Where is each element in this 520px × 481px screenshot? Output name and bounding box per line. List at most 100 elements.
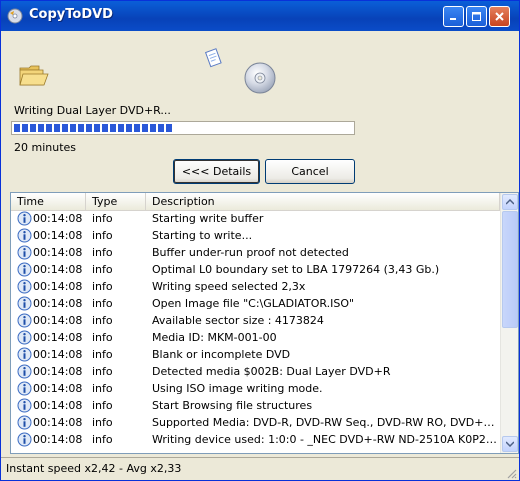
operation-status: Writing Dual Layer DVD+R... (14, 104, 171, 117)
minimize-button[interactable] (443, 6, 464, 27)
info-icon (17, 211, 32, 226)
info-icon (17, 279, 32, 294)
log-time: 00:14:08 (33, 416, 83, 429)
log-row[interactable]: 00:14:08 info Writing speed selected 2,3x (11, 278, 500, 295)
log-time: 00:14:08 (33, 229, 83, 242)
copytodvd-window: CopyToDVD Writing Dual Layer DVD+R... 20… (0, 0, 520, 481)
log-row[interactable]: 00:14:08 info Buffer under-run proof not d… (11, 244, 500, 261)
scroll-thumb[interactable] (502, 211, 518, 328)
log-rows: 00:14:08 info Starting write buffer 00:14:0… (11, 210, 500, 448)
log-time: 00:14:08 (33, 246, 83, 259)
log-type: info (92, 433, 113, 446)
vertical-scrollbar[interactable] (500, 193, 518, 453)
log-row[interactable]: 00:14:08 info Optimal L0 boundary set to L… (11, 261, 500, 278)
log-time: 00:14:08 (33, 297, 83, 310)
info-icon (17, 364, 32, 379)
log-row[interactable]: 00:14:08 info Writing device used: 1:0:0 -… (11, 431, 500, 448)
log-time: 00:14:08 (33, 331, 83, 344)
log-row[interactable]: 00:14:08 info Detected media $002B: Dual L… (11, 363, 500, 380)
info-icon (17, 347, 32, 362)
maximize-button[interactable] (466, 6, 487, 27)
log-description: Buffer under-run proof not detected (152, 246, 349, 259)
log-type: info (92, 314, 113, 327)
dvd-disc-icon (244, 62, 276, 94)
info-icon (17, 262, 32, 277)
time-remaining: 20 minutes (14, 141, 77, 154)
log-list[interactable]: Time Type Description 00:14:08 info Starti… (10, 192, 519, 454)
log-row[interactable]: 00:14:08 info Blank or incomplete DVD (11, 346, 500, 363)
scroll-down-icon (506, 441, 514, 447)
log-time: 00:14:08 (33, 399, 83, 412)
progress-fill (14, 124, 174, 132)
log-description: Starting to write... (152, 229, 253, 242)
log-time: 00:14:08 (33, 314, 83, 327)
log-row[interactable]: 00:14:08 info Supported Media: DVD-R, DVD-… (11, 414, 500, 431)
log-row[interactable]: 00:14:08 info Starting to write... (11, 227, 500, 244)
title-bar[interactable]: CopyToDVD (1, 1, 519, 31)
log-description: Available sector size : 4173824 (152, 314, 324, 327)
window-title: CopyToDVD (29, 7, 113, 22)
scroll-up-icon (506, 199, 514, 205)
speed-status: Instant speed x2,42 - Avg x2,33 (6, 462, 182, 475)
log-row[interactable]: 00:14:08 info Starting write buffer (11, 210, 500, 227)
log-time: 00:14:08 (33, 212, 83, 225)
log-description: Optimal L0 boundary set to LBA 1797264 (… (152, 263, 440, 276)
log-time: 00:14:08 (33, 348, 83, 361)
close-button[interactable] (489, 6, 510, 27)
log-row[interactable]: 00:14:08 info Open Image file "C:\GLADIATO… (11, 295, 500, 312)
minimize-icon (450, 18, 456, 20)
info-icon (17, 313, 32, 328)
log-type: info (92, 297, 113, 310)
log-row[interactable]: 00:14:08 info Using ISO image writing mode… (11, 380, 500, 397)
log-header: Time Type Description (11, 193, 500, 211)
log-time: 00:14:08 (33, 280, 83, 293)
log-description: Writing speed selected 2,3x (152, 280, 306, 293)
close-icon (495, 12, 504, 21)
log-description: Blank or incomplete DVD (152, 348, 291, 361)
log-type: info (92, 365, 113, 378)
scroll-up-button[interactable] (502, 194, 518, 210)
log-description: Using ISO image writing mode. (152, 382, 323, 395)
log-time: 00:14:08 (33, 382, 83, 395)
status-bar: Instant speed x2,42 - Avg x2,33 (1, 457, 519, 480)
write-progress-bar (11, 121, 355, 135)
cancel-button[interactable]: Cancel (265, 159, 355, 184)
info-icon (17, 432, 32, 447)
log-row[interactable]: 00:14:08 info Media ID: MKM-001-00 (11, 329, 500, 346)
log-type: info (92, 399, 113, 412)
log-description: Start Browsing file structures (152, 399, 313, 412)
info-icon (17, 296, 32, 311)
log-type: info (92, 229, 113, 242)
log-type: info (92, 382, 113, 395)
log-row[interactable]: 00:14:08 info Start Browsing file structur… (11, 397, 500, 414)
log-time: 00:14:08 (33, 433, 83, 446)
log-type: info (92, 212, 113, 225)
info-icon (17, 330, 32, 345)
log-description: Starting write buffer (152, 212, 264, 225)
log-type: info (92, 263, 113, 276)
column-header-description[interactable]: Description (146, 193, 500, 210)
log-row[interactable]: 00:14:08 info Available sector size : 4173… (11, 312, 500, 329)
log-description: Supported Media: DVD-R, DVD-RW Seq., DVD… (152, 416, 497, 429)
info-icon (17, 245, 32, 260)
log-description: Detected media $002B: Dual Layer DVD+R (152, 365, 391, 378)
copytodvd-app-icon (7, 8, 23, 24)
resize-grip-icon[interactable] (505, 467, 517, 479)
column-header-time[interactable]: Time (11, 193, 86, 210)
scroll-down-button[interactable] (502, 436, 518, 452)
info-icon (17, 381, 32, 396)
log-description: Open Image file "C:\GLADIATOR.ISO" (152, 297, 355, 310)
info-icon (17, 398, 32, 413)
log-type: info (92, 348, 113, 361)
log-description: Writing device used: 1:0:0 - _NEC DVD+-R… (152, 433, 497, 446)
flying-document-icon (204, 48, 222, 68)
details-button[interactable]: <<< Details (173, 159, 260, 184)
log-type: info (92, 416, 113, 429)
column-header-type[interactable]: Type (86, 193, 146, 210)
info-icon (17, 415, 32, 430)
folder-icon (19, 65, 49, 86)
info-icon (17, 228, 32, 243)
log-time: 00:14:08 (33, 263, 83, 276)
log-type: info (92, 280, 113, 293)
maximize-icon (472, 12, 481, 21)
